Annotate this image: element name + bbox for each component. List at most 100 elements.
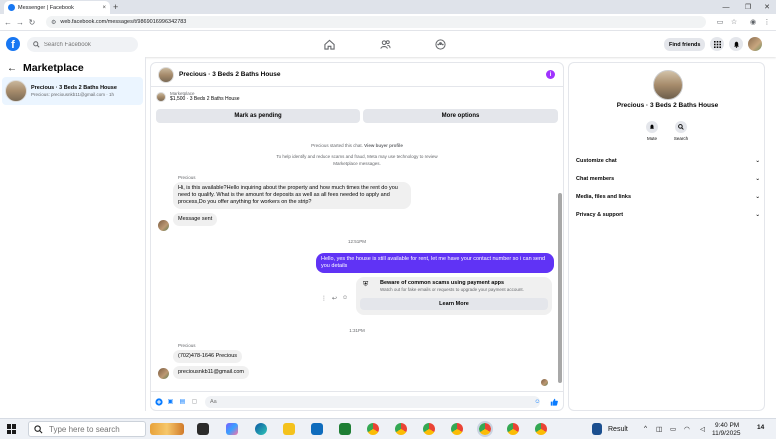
add-plus-icon[interactable] <box>154 397 163 406</box>
chrome-icon[interactable] <box>451 423 463 435</box>
address-url[interactable]: web.facebook.com/messages/t/986901699634… <box>60 19 186 25</box>
sender-avatar[interactable] <box>158 368 169 379</box>
incoming-message[interactable]: Message sent <box>173 213 218 226</box>
view-buyer-profile-link[interactable]: View buyer profile <box>364 143 403 148</box>
message-input[interactable] <box>210 399 510 405</box>
new-tab-button[interactable]: + <box>113 1 118 13</box>
message-input-box[interactable] <box>205 396 540 408</box>
message-actions: ⋮ ↩ ☺ <box>321 295 348 302</box>
excel-icon[interactable] <box>339 423 351 435</box>
close-window-icon[interactable]: ✕ <box>757 0 776 14</box>
chrome-icon[interactable] <box>423 423 435 435</box>
section-customize-chat[interactable]: Customize chat ⌄ <box>576 154 760 168</box>
forward-arrow-icon[interactable]: → <box>14 15 26 29</box>
reply-icon[interactable]: ↩ <box>332 295 337 302</box>
friends-icon[interactable] <box>379 38 391 50</box>
show-hidden-icons-icon[interactable]: ^ <box>644 425 647 432</box>
volume-icon[interactable]: ◁ <box>700 425 705 433</box>
close-tab-icon[interactable]: × <box>102 5 106 11</box>
chrome-icon[interactable] <box>535 423 547 435</box>
facebook-search-input[interactable] <box>43 41 132 48</box>
copilot-icon[interactable] <box>226 423 238 435</box>
facebook-search[interactable] <box>27 37 138 52</box>
start-windows-icon[interactable] <box>7 424 17 434</box>
chrome-active-icon[interactable] <box>477 421 493 437</box>
chat-header: Precious · 3 Beds 2 Baths House <box>151 63 563 87</box>
edge-icon[interactable] <box>255 423 267 435</box>
home-icon[interactable] <box>323 38 335 50</box>
search-icon[interactable] <box>675 121 687 133</box>
search-highlight-icon[interactable] <box>150 423 184 435</box>
minimize-icon[interactable]: — <box>716 0 736 14</box>
mark-as-pending-button[interactable]: Mark as pending <box>156 109 360 123</box>
result-widget-label[interactable]: Result <box>608 426 628 433</box>
outgoing-message[interactable]: Hello, yes the house is still available … <box>316 253 554 273</box>
find-friends-button[interactable]: Find friends <box>664 38 706 51</box>
sidebar-heading: ← Marketplace <box>7 62 84 74</box>
more-actions-icon[interactable]: ⋮ <box>321 295 327 302</box>
conversation-name: Precious · 3 Beds 2 Baths House <box>31 85 117 91</box>
back-arrow-icon[interactable]: ← <box>2 15 14 29</box>
notifications-bell-icon[interactable] <box>729 37 743 51</box>
task-view-icon[interactable] <box>197 423 209 435</box>
chat-title[interactable]: Precious · 3 Beds 2 Baths House <box>179 71 281 78</box>
chrome-icon[interactable] <box>367 423 379 435</box>
chrome-icon[interactable] <box>507 423 519 435</box>
notification-badge[interactable]: 14 <box>757 424 764 431</box>
result-widget-icon[interactable] <box>592 423 602 435</box>
camera-icon[interactable]: ▣ <box>166 397 175 406</box>
cast-icon[interactable]: ▭ <box>715 17 725 27</box>
section-chat-members[interactable]: Chat members ⌄ <box>576 172 760 186</box>
browser-menu-icon[interactable]: ⋮ <box>762 17 772 27</box>
maximize-icon[interactable]: ❐ <box>738 0 758 14</box>
search-action[interactable]: Search <box>671 121 691 141</box>
listing-summary[interactable]: Marketplace $1,500 · 3 Beds 2 Baths Hous… <box>156 91 240 102</box>
taskbar-search-input[interactable] <box>49 424 139 434</box>
chat-scrollbar[interactable] <box>558 131 562 386</box>
mute-action[interactable]: Mute <box>642 121 662 141</box>
back-arrow-icon[interactable]: ← <box>7 63 17 74</box>
conversation-item[interactable]: Precious · 3 Beds 2 Baths House Precious… <box>2 77 143 105</box>
image-gallery-icon[interactable]: ▤ <box>178 397 187 406</box>
reload-icon[interactable]: ↻ <box>26 15 38 29</box>
incoming-message[interactable]: preciousnkb11@gmail.com <box>173 366 250 379</box>
learn-more-button[interactable]: Learn More <box>360 298 548 310</box>
profile-icon[interactable]: ◉ <box>748 17 758 27</box>
site-info-icon[interactable]: ⚙ <box>51 19 56 26</box>
scrollbar-thumb[interactable] <box>558 193 562 383</box>
browser-tab[interactable]: Messenger | Facebook × <box>4 1 110 14</box>
incoming-message[interactable]: (702)478-1646 Precious <box>173 350 243 363</box>
bookmark-star-icon[interactable]: ☆ <box>729 17 739 27</box>
thumbs-up-icon[interactable] <box>549 397 558 406</box>
meet-now-icon[interactable]: ▭ <box>670 425 676 433</box>
section-privacy-support[interactable]: Privacy & support ⌄ <box>576 208 760 222</box>
menu-grid-icon[interactable] <box>710 37 724 51</box>
conversation-info-panel: Precious · 3 Beds 2 Baths House Mute Sea… <box>568 62 765 411</box>
outlook-icon[interactable] <box>311 423 323 435</box>
more-options-button[interactable]: More options <box>363 109 558 123</box>
groups-icon[interactable] <box>434 38 446 50</box>
sticker-icon[interactable]: ▢ <box>190 397 199 406</box>
react-emoji-icon[interactable]: ☺ <box>342 295 348 302</box>
chrome-icon[interactable] <box>395 423 407 435</box>
shield-icon: ⛨ <box>363 281 369 288</box>
file-explorer-icon[interactable] <box>283 423 295 435</box>
incoming-message[interactable]: Hi, is this available?Hello inquiring ab… <box>173 182 411 209</box>
clock-time[interactable]: 9:40 PM <box>715 422 739 429</box>
account-avatar[interactable] <box>748 37 762 51</box>
chat-listing-avatar[interactable] <box>158 66 174 83</box>
bell-icon[interactable] <box>646 121 658 133</box>
chevron-down-icon: ⌄ <box>755 176 760 182</box>
conversation-avatar[interactable] <box>653 70 683 100</box>
address-bar[interactable]: ⚙ web.facebook.com/messages/t/9869016996… <box>46 16 706 28</box>
facebook-logo-icon[interactable]: f <box>6 37 20 51</box>
sender-avatar[interactable] <box>158 220 169 231</box>
emoji-icon[interactable]: ☺ <box>533 397 542 406</box>
system-tray-icon[interactable]: ◫ <box>656 425 662 433</box>
taskbar-search[interactable] <box>28 421 146 437</box>
clock-date[interactable]: 11/9/2025 <box>712 430 740 437</box>
network-wifi-icon[interactable]: ◠ <box>684 425 690 433</box>
tab-title: Messenger | Facebook <box>18 4 74 11</box>
section-media-files-links[interactable]: Media, files and links ⌄ <box>576 190 760 204</box>
conversation-info-icon[interactable]: i <box>546 70 555 79</box>
